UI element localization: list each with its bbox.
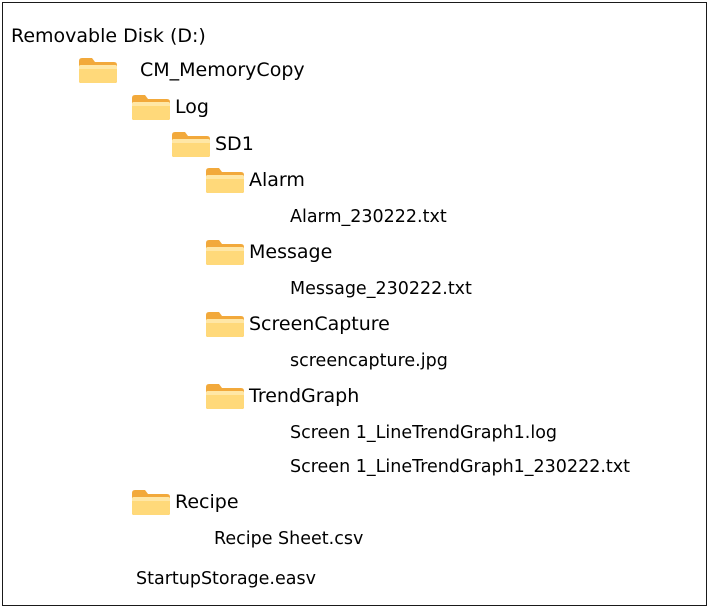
tree-file-trendgraph-log[interactable]: Screen 1_LineTrendGraph1.log [290,421,557,445]
folder-icon [131,93,171,121]
tree-file-alarm-txt[interactable]: Alarm_230222.txt [290,205,447,229]
drive-label: Removable Disk (D:) [11,25,206,47]
tree-item-log[interactable]: Log [131,93,209,121]
tree-item-trendgraph[interactable]: TrendGraph [205,382,359,410]
folder-icon [205,166,245,194]
folder-icon [205,310,245,338]
tree-item-cm-memorycopy[interactable]: CM_MemoryCopy [78,56,305,84]
file-label: Message_230222.txt [290,279,472,299]
folder-icon [205,238,245,266]
folder-label: Alarm [249,169,305,191]
file-label: Screen 1_LineTrendGraph1.log [290,423,558,443]
folder-label: Log [175,96,209,118]
file-label: StartupStorage.easv [136,569,316,589]
tree-item-removable-disk[interactable]: Removable Disk (D:) [11,24,206,48]
folder-icon [131,488,171,516]
tree-file-message-txt[interactable]: Message_230222.txt [290,277,472,301]
folder-icon [205,382,245,410]
folder-label: SD1 [215,133,254,155]
folder-label: CM_MemoryCopy [140,59,305,81]
folder-icon [78,56,118,84]
tree-item-message[interactable]: Message [205,238,332,266]
tree-file-screencapture-jpg[interactable]: screencapture.jpg [290,349,448,373]
tree-item-recipe[interactable]: Recipe [131,488,239,516]
tree-file-startupstorage-easv[interactable]: StartupStorage.easv [136,567,316,591]
file-label: screencapture.jpg [290,351,448,371]
folder-icon [171,130,211,158]
file-label: Alarm_230222.txt [290,207,447,227]
folder-label: Recipe [175,491,239,513]
tree-item-screencapture[interactable]: ScreenCapture [205,310,390,338]
folder-label: TrendGraph [249,385,360,407]
tree-item-sd1[interactable]: SD1 [171,130,254,158]
folder-label: ScreenCapture [249,313,390,335]
file-label: Recipe Sheet.csv [214,529,364,549]
tree-file-trendgraph-txt[interactable]: Screen 1_LineTrendGraph1_230222.txt [290,455,630,479]
folder-label: Message [249,241,333,263]
file-tree-panel: Removable Disk (D:) CM_MemoryCopy Log SD… [2,2,707,606]
file-label: Screen 1_LineTrendGraph1_230222.txt [290,457,630,477]
tree-item-alarm[interactable]: Alarm [205,166,305,194]
tree-file-recipe-csv[interactable]: Recipe Sheet.csv [214,527,363,551]
